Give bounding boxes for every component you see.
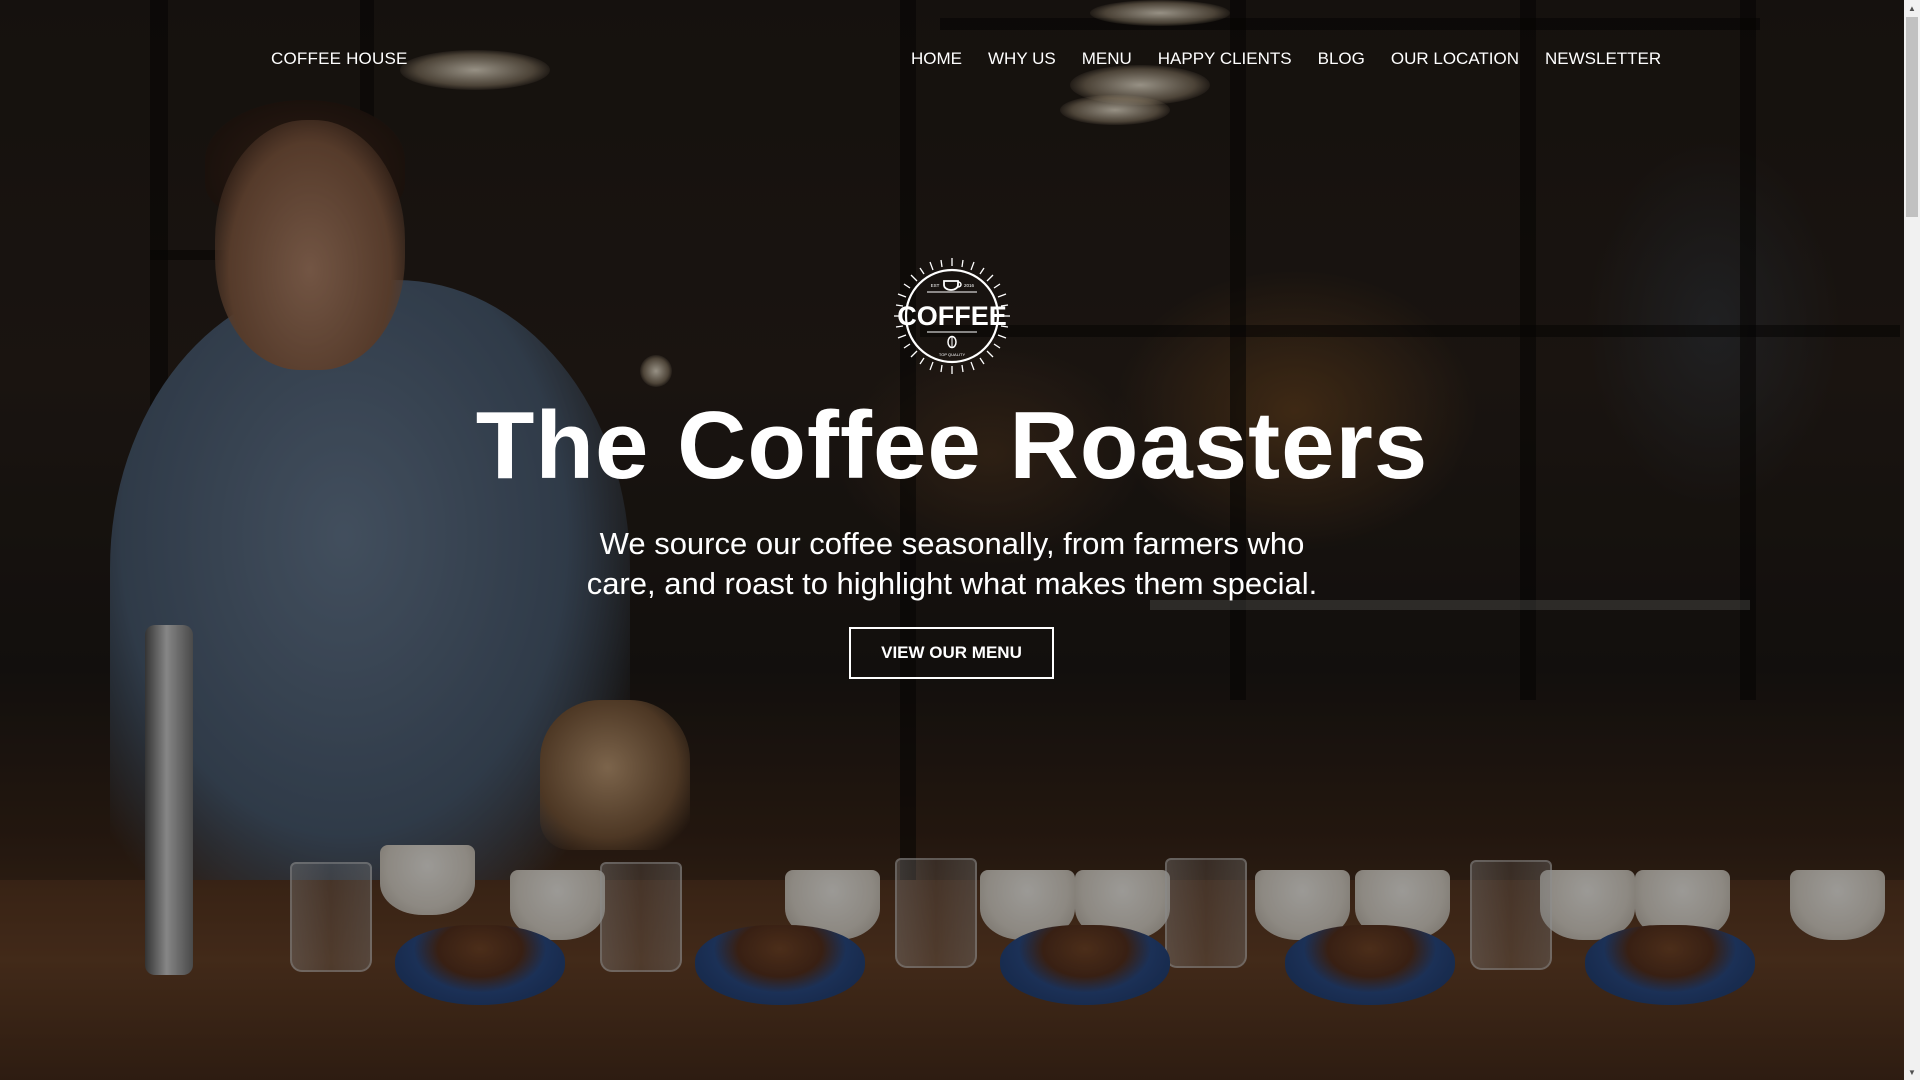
view-menu-button[interactable]: VIEW OUR MENU [849,627,1054,679]
logo-small-left: EST [931,283,940,288]
hero-title: The Coffee Roasters [475,392,1429,499]
logo-main-text: COFFEE [897,301,1007,331]
scroll-up-arrow-icon[interactable]: ▲ [1904,0,1920,16]
hero-section: COFFEE EST 2016 TOP QUALITY The Coffee R… [0,0,1904,1080]
vertical-scrollbar[interactable]: ▲ ▼ [1904,0,1920,1080]
scroll-down-arrow-icon[interactable]: ▼ [1904,1064,1920,1080]
scrollbar-thumb[interactable] [1906,17,1918,217]
hero-subtitle-line-1: We source our coffee seasonally, from fa… [599,526,1305,561]
hero-subtitle-line-2: care, and roast to highlight what makes … [586,566,1318,601]
coffee-cup-icon [943,280,959,291]
logo-small-right: 2016 [964,283,975,288]
logo-bottom-text: TOP QUALITY [939,352,966,357]
hero-subtitle: We source our coffee seasonally, from fa… [552,524,1352,604]
page-viewport: COFFEE HOUSE HOME WHY US MENU HAPPY CLIE… [0,0,1904,1080]
coffee-logo-badge: COFFEE EST 2016 TOP QUALITY [894,258,1010,374]
